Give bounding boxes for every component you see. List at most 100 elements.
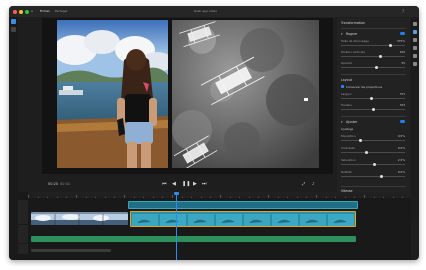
slider-track[interactable] [341, 56, 405, 57]
ruler-tick [335, 196, 336, 198]
playhead[interactable] [176, 192, 177, 260]
duration-timecode: 00:31 [60, 182, 71, 186]
slider-knob[interactable] [372, 163, 376, 166]
slider-value[interactable]: 0,5% [391, 134, 405, 138]
slider-knob[interactable] [371, 108, 375, 111]
ruler-tick [392, 196, 394, 198]
ruler-tick [76, 195, 77, 198]
window-title: Rush app video [194, 9, 218, 13]
help-icon[interactable]: ? [402, 6, 404, 17]
home-icon[interactable]: ⌂ [31, 6, 33, 17]
slider-label: Taille de découpage [341, 39, 369, 43]
panel-divider [341, 74, 406, 75]
ruler-tick [210, 196, 211, 198]
ruler-tick [239, 196, 240, 198]
ruler-tick [306, 196, 307, 198]
ruler-tick [66, 196, 67, 198]
tab-share[interactable]: Partager [55, 6, 68, 17]
slider-track[interactable] [341, 140, 405, 141]
text-tool-icon[interactable] [413, 54, 417, 58]
slider-value[interactable]: 763 [391, 103, 405, 107]
slider-label: Hauteur [341, 103, 353, 107]
audio-track-header[interactable] [18, 244, 28, 254]
step-forward-icon[interactable]: ▶ [193, 181, 197, 187]
panel-divider [341, 28, 406, 29]
slider-knob[interactable] [374, 66, 378, 69]
adjust-section-label: Ajuster [346, 120, 358, 124]
slider-value[interactable]: 375% [391, 39, 405, 43]
slider-knob[interactable] [358, 139, 362, 142]
slider-value[interactable]: 0,5% [391, 170, 405, 174]
ruler-tick [114, 196, 115, 198]
slider-track[interactable] [341, 176, 405, 177]
slider-track[interactable] [341, 67, 405, 68]
slider-label: Netteté [341, 170, 352, 174]
slider-track[interactable] [341, 45, 405, 46]
left-rail [9, 17, 18, 260]
video-track-2-header[interactable] [18, 200, 28, 224]
ruler-tick [325, 196, 327, 198]
ruler-tick [229, 196, 231, 198]
crop-toggle[interactable] [400, 32, 405, 35]
slider-label: Largeur [341, 92, 352, 96]
ruler-tick [316, 195, 317, 198]
adjust-section-icon: ▾ [341, 120, 343, 124]
close-window-button[interactable] [13, 10, 17, 14]
slider-label: Contraste [341, 146, 355, 150]
ruler-tick [181, 196, 183, 198]
fullscreen-icon[interactable]: ⤢ [302, 181, 305, 187]
ruler-tick [37, 196, 39, 198]
slider-knob[interactable] [389, 44, 393, 47]
ruler-tick [268, 195, 269, 198]
timeline-scrollbar[interactable] [31, 249, 111, 252]
slider-value[interactable]: 55 [391, 61, 405, 65]
ruler-tick [28, 195, 29, 198]
overlay-clip[interactable] [128, 201, 358, 209]
video-clip-landscape[interactable] [31, 212, 128, 225]
current-timecode: 00:20 [48, 182, 59, 186]
timeline-ruler[interactable] [28, 192, 411, 198]
slider-knob[interactable] [370, 97, 374, 100]
keep-proportions-checkbox[interactable] [341, 85, 344, 88]
video-track-1-header[interactable] [18, 225, 28, 243]
layout-section-label: Layout [341, 78, 352, 82]
properties-tool-icon[interactable] [413, 22, 417, 26]
transform-tool-icon[interactable] [413, 30, 417, 34]
audio-clip[interactable] [31, 236, 356, 242]
slider-knob[interactable] [379, 55, 383, 58]
audio-tool-icon[interactable] [413, 46, 417, 50]
slider-track[interactable] [341, 152, 405, 153]
skip-back-icon[interactable]: ⏮ [162, 181, 167, 187]
ruler-tick [104, 196, 106, 198]
color-tool-icon[interactable] [413, 38, 417, 42]
skip-forward-icon[interactable]: ⏭ [202, 181, 207, 187]
slider-value[interactable]: 2,5% [391, 158, 405, 162]
ruler-tick [191, 196, 192, 198]
effects-tool-icon[interactable] [413, 62, 417, 66]
program-monitor[interactable] [42, 18, 333, 174]
ruler-tick [277, 196, 279, 198]
adjust-group-label: Ajustage [341, 127, 354, 131]
adjust-toggle[interactable] [400, 120, 405, 123]
slider-knob[interactable] [365, 151, 369, 154]
tab-file[interactable]: Fichier [40, 6, 50, 17]
slider-value[interactable]: 0,5% [391, 146, 405, 150]
media-panel-icon[interactable] [11, 19, 16, 24]
add-media-icon[interactable] [11, 27, 16, 32]
ruler-tick [162, 196, 163, 198]
pause-icon[interactable]: ❚❚ [182, 181, 190, 187]
title-bar: ⌂ Fichier Partager Rush app video ? [9, 6, 419, 17]
landscape-clip-thumbnails [31, 214, 128, 225]
slider-value[interactable]: 753 [391, 92, 405, 96]
timeline[interactable] [18, 192, 411, 260]
ruler-tick [248, 196, 250, 198]
ruler-tick [85, 196, 87, 198]
step-back-icon[interactable]: ◀ [172, 181, 176, 187]
volume-icon[interactable]: ♪ [312, 181, 315, 187]
slider-label: Exposition [341, 134, 356, 138]
slider-value[interactable]: 100 [391, 50, 405, 54]
video-clip-underwater-selected[interactable] [130, 211, 356, 227]
minimize-window-button[interactable] [19, 10, 23, 14]
transport-bar: 00:20 00:31 ⏮ ◀ ❚❚ ▶ ⏭ ⤢ ♪ [42, 174, 333, 192]
maximize-window-button[interactable] [25, 10, 29, 14]
